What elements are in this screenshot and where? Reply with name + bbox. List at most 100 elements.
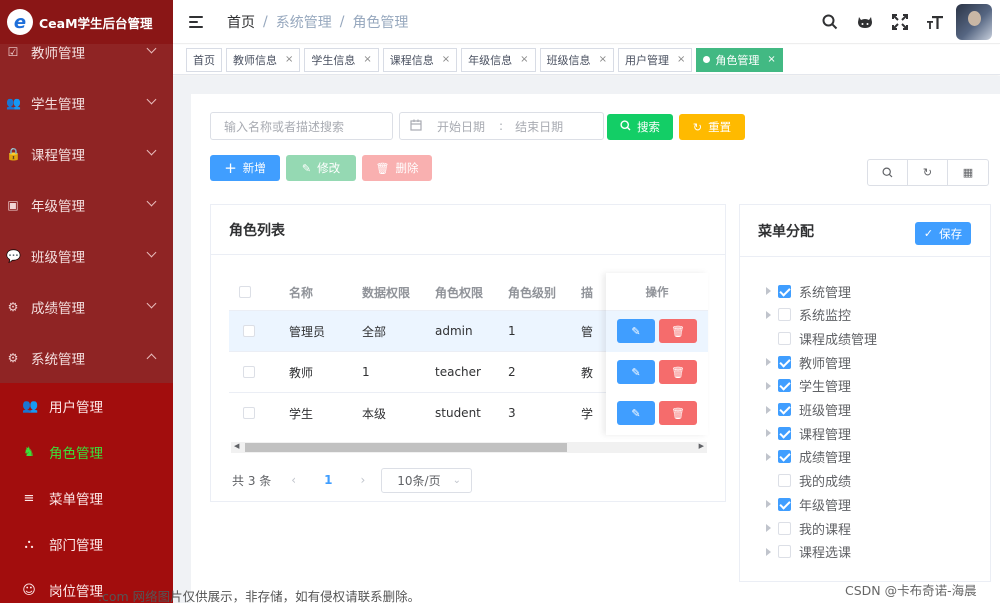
search-icon[interactable] xyxy=(812,0,847,44)
search-input[interactable]: 输入名称或者描述搜索 xyxy=(210,112,393,140)
tag-course-info[interactable]: 课程信息 × xyxy=(382,47,458,72)
close-icon[interactable]: × xyxy=(285,54,293,65)
tree-node[interactable]: 课程管理 xyxy=(766,421,851,445)
tree-node[interactable]: 成绩管理 xyxy=(766,445,851,469)
tag-user-manage[interactable]: 用户管理 × xyxy=(617,47,693,72)
tree-checkbox[interactable] xyxy=(778,308,791,322)
hamburger-icon[interactable] xyxy=(189,15,203,28)
select-all-checkbox[interactable] xyxy=(239,286,251,298)
github-icon[interactable] xyxy=(847,0,882,44)
page-number[interactable]: 1 xyxy=(324,473,332,487)
caret-right-icon[interactable] xyxy=(766,405,771,414)
tree-node[interactable]: 课程选课 xyxy=(766,540,851,564)
row-edit-button[interactable]: ✎ xyxy=(617,319,655,343)
tree-node[interactable]: 班级管理 xyxy=(766,398,851,422)
close-icon[interactable]: × xyxy=(677,54,685,65)
toggle-search-icon[interactable] xyxy=(868,160,908,185)
caret-right-icon[interactable] xyxy=(766,452,771,461)
sidebar-item-system[interactable]: ⚙ 系统管理 xyxy=(0,332,173,383)
sidebar-item-score[interactable]: ⚙ 成绩管理 xyxy=(0,281,173,332)
tree-node[interactable]: 我的成绩 xyxy=(766,469,851,493)
edit-button[interactable]: ✎ 修改 xyxy=(286,155,356,181)
scroll-left-icon[interactable]: ◀ xyxy=(234,442,239,450)
row-checkbox[interactable] xyxy=(243,325,255,337)
tree-node[interactable]: 系统管理 xyxy=(766,279,851,303)
row-delete-button[interactable]: 🗑 xyxy=(659,360,697,384)
sidebar-item-grade[interactable]: ▣ 年级管理 xyxy=(0,179,173,230)
font-size-icon[interactable] xyxy=(917,0,952,44)
tag-class-info[interactable]: 班级信息 × xyxy=(539,47,614,72)
tree-checkbox[interactable] xyxy=(778,497,791,511)
tag-role-manage[interactable]: 角色管理 × xyxy=(696,47,783,72)
sidebar-item-class[interactable]: 💬 班级管理 xyxy=(0,230,173,281)
sidebar-item-course[interactable]: 🔒 课程管理 xyxy=(0,128,173,179)
close-icon[interactable]: × xyxy=(599,54,607,65)
search-button[interactable]: 搜索 xyxy=(607,114,673,140)
save-button[interactable]: ✓ 保存 xyxy=(915,222,971,245)
sidebar-subitem-role[interactable]: ♞ 角色管理 xyxy=(0,429,173,475)
refresh-icon[interactable]: ↻ xyxy=(908,160,948,185)
columns-icon[interactable]: ▦ xyxy=(948,160,988,185)
column-header: 数据权限 xyxy=(362,285,411,300)
tag-home[interactable]: 首页 xyxy=(186,47,222,72)
tree-node[interactable]: 教师管理 xyxy=(766,350,851,374)
next-page-icon[interactable]: › xyxy=(360,473,365,487)
caret-right-icon[interactable] xyxy=(766,358,771,367)
tree-checkbox[interactable] xyxy=(778,426,791,440)
caret-right-icon[interactable] xyxy=(766,547,771,556)
tag-grade-info[interactable]: 年级信息 × xyxy=(461,47,536,72)
caret-right-icon[interactable] xyxy=(766,310,771,319)
tree-node[interactable]: 学生管理 xyxy=(766,374,851,398)
caret-right-icon[interactable] xyxy=(766,500,771,509)
row-delete-button[interactable]: 🗑 xyxy=(659,319,697,343)
prev-page-icon[interactable]: ‹ xyxy=(291,473,296,487)
row-edit-button[interactable]: ✎ xyxy=(617,401,655,425)
horizontal-scrollbar[interactable]: ◀ ▶ xyxy=(231,442,707,453)
date-range-picker[interactable]: 开始日期 : 结束日期 xyxy=(399,112,604,140)
sidebar-item-label: 班级管理 xyxy=(31,249,85,266)
row-delete-button[interactable]: 🗑 xyxy=(659,401,697,425)
tree-checkbox[interactable] xyxy=(778,450,791,464)
top-navbar: 首页 / 系统管理 / 角色管理 xyxy=(173,0,1000,44)
close-icon[interactable]: × xyxy=(767,54,775,65)
tree-checkbox[interactable] xyxy=(778,545,791,559)
close-icon[interactable]: × xyxy=(363,54,371,65)
scroll-right-icon[interactable]: ▶ xyxy=(699,442,704,450)
sidebar-subitem-user[interactable]: 👥 用户管理 xyxy=(0,383,173,429)
caret-right-icon[interactable] xyxy=(766,287,771,295)
tree-node[interactable]: 我的课程 xyxy=(766,516,851,540)
caret-right-icon[interactable] xyxy=(766,381,771,390)
reset-button[interactable]: ↻ 重置 xyxy=(679,114,745,140)
breadcrumb-home[interactable]: 首页 xyxy=(227,12,255,32)
avatar[interactable] xyxy=(956,4,992,40)
sidebar-subitem-dept[interactable]: ⛬ 部门管理 xyxy=(0,521,173,567)
cell-permission: admin xyxy=(435,324,473,338)
fullscreen-icon[interactable] xyxy=(882,0,917,44)
tree-checkbox[interactable] xyxy=(778,521,791,535)
tree-checkbox[interactable] xyxy=(778,331,791,345)
app-header-logo[interactable]: e CeaM学生后台管理 xyxy=(0,0,173,44)
tree-checkbox[interactable] xyxy=(778,355,791,369)
row-edit-button[interactable]: ✎ xyxy=(617,360,655,384)
tree-checkbox[interactable] xyxy=(778,474,791,488)
tree-checkbox[interactable] xyxy=(778,403,791,416)
close-icon[interactable]: × xyxy=(442,54,450,65)
sidebar-item-student[interactable]: 👥 学生管理 xyxy=(0,77,173,128)
tag-teacher-info[interactable]: 教师信息 × xyxy=(226,47,301,72)
row-checkbox[interactable] xyxy=(243,366,255,378)
tree-node[interactable]: 系统监控 xyxy=(766,303,851,327)
add-button[interactable]: + 新增 xyxy=(210,155,280,181)
tree-node[interactable]: 年级管理 xyxy=(766,492,851,516)
tree-checkbox[interactable] xyxy=(778,379,791,393)
close-icon[interactable]: × xyxy=(520,54,528,65)
page-size-select[interactable]: 10条/页 ⌄ xyxy=(381,467,473,493)
tree-checkbox[interactable] xyxy=(778,284,791,298)
row-checkbox[interactable] xyxy=(243,407,255,419)
scrollbar-thumb[interactable] xyxy=(245,443,567,452)
delete-button[interactable]: 🗑 删除 xyxy=(362,155,432,181)
sidebar-subitem-menu[interactable]: ≡ 菜单管理 xyxy=(0,475,173,521)
tag-student-info[interactable]: 学生信息 × xyxy=(304,47,379,72)
caret-right-icon[interactable] xyxy=(766,524,771,532)
caret-right-icon[interactable] xyxy=(766,429,771,438)
tree-node[interactable]: 课程成绩管理 xyxy=(766,326,877,350)
